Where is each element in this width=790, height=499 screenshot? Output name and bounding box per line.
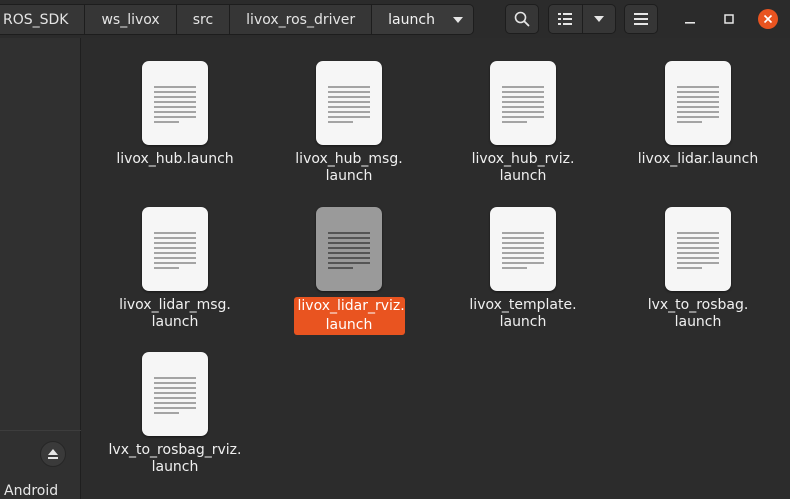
file-name: livox_lidar_rviz. launch bbox=[262, 297, 436, 335]
maximize-button[interactable] bbox=[719, 9, 739, 29]
main-menu-button[interactable] bbox=[624, 4, 658, 34]
hamburger-menu-icon bbox=[634, 13, 648, 25]
search-icon bbox=[514, 11, 530, 27]
breadcrumb-item-livox-ros-driver[interactable]: livox_ros_driver bbox=[230, 5, 373, 34]
file-name: livox_template. launch bbox=[469, 297, 577, 330]
breadcrumb-current-label: launch bbox=[388, 11, 435, 28]
sidebar-divider bbox=[0, 430, 81, 431]
close-button[interactable] bbox=[758, 9, 778, 29]
file-name: livox_hub.launch bbox=[116, 151, 234, 167]
list-view-icon bbox=[558, 13, 573, 25]
text-file-icon bbox=[490, 61, 556, 145]
text-file-icon bbox=[665, 61, 731, 145]
file-name: livox_hub_msg. launch bbox=[295, 151, 403, 184]
file-grid: livox_hub.launch livox_hub_msg. launch li… bbox=[82, 38, 790, 499]
text-file-icon bbox=[142, 61, 208, 145]
file-name: livox_lidar.launch bbox=[637, 151, 759, 167]
breadcrumb-item-src[interactable]: src bbox=[176, 5, 231, 34]
breadcrumb-item-launch[interactable]: launch bbox=[372, 5, 473, 34]
sidebar-item-android[interactable]: Android bbox=[4, 483, 58, 499]
breadcrumb-item-ros-sdk[interactable]: ROS_SDK bbox=[0, 5, 86, 34]
list-view-button[interactable] bbox=[549, 5, 582, 33]
eject-icon bbox=[48, 449, 58, 459]
maximize-icon bbox=[724, 14, 734, 24]
header-bar: ROS_SDK ws_livox src livox_ros_driver la… bbox=[0, 0, 790, 38]
text-file-icon bbox=[665, 207, 731, 291]
breadcrumb: ROS_SDK ws_livox src livox_ros_driver la… bbox=[0, 4, 474, 35]
chevron-down-icon bbox=[593, 16, 604, 22]
text-file-icon bbox=[142, 352, 208, 436]
file-name: livox_lidar_msg. launch bbox=[119, 297, 231, 330]
text-file-icon bbox=[316, 61, 382, 145]
breadcrumb-item-ws-livox[interactable]: ws_livox bbox=[85, 5, 177, 34]
view-options-button[interactable] bbox=[581, 5, 615, 33]
file-name: livox_hub_rviz. launch bbox=[471, 151, 575, 184]
eject-button[interactable] bbox=[40, 441, 66, 467]
text-file-icon bbox=[316, 207, 382, 291]
text-file-icon bbox=[490, 207, 556, 291]
chevron-down-icon bbox=[452, 16, 463, 23]
text-file-icon bbox=[142, 207, 208, 291]
minimize-icon bbox=[685, 22, 695, 24]
file-name: lvx_to_rosbag. launch bbox=[647, 297, 749, 330]
close-icon bbox=[763, 14, 773, 24]
minimize-button[interactable] bbox=[680, 9, 700, 29]
search-button[interactable] bbox=[505, 4, 539, 34]
file-name: lvx_to_rosbag_rviz. launch bbox=[108, 442, 242, 475]
sidebar: Android bbox=[0, 38, 81, 499]
view-toggle-group bbox=[548, 4, 616, 34]
